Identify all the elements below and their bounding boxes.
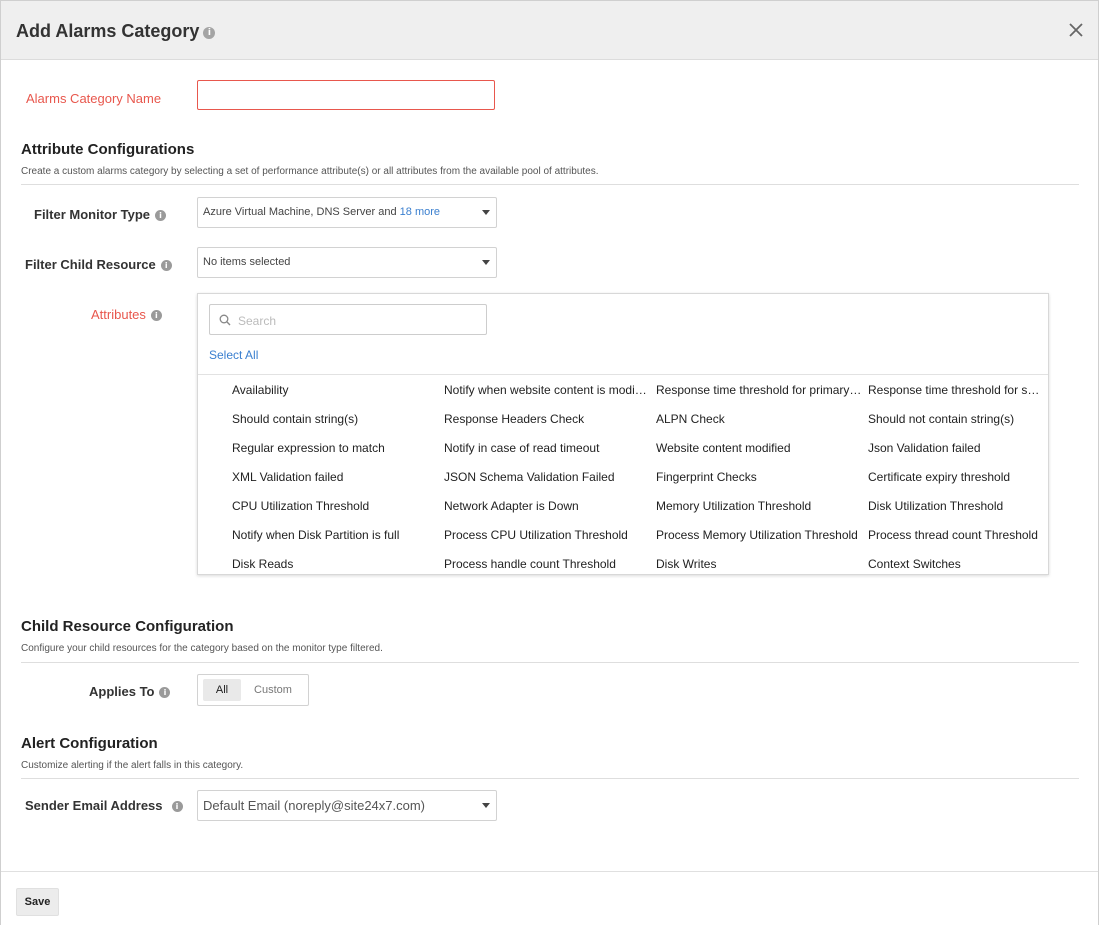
applies-to-toggle: All Custom: [197, 674, 309, 706]
attribute-item[interactable]: Notify when Disk Partition is full: [232, 527, 444, 556]
alarms-category-name-input[interactable]: [197, 80, 495, 110]
attribute-item[interactable]: Should not contain string(s): [868, 411, 1048, 440]
attribute-item[interactable]: Context Switches: [868, 556, 1048, 574]
info-icon[interactable]: i: [155, 210, 167, 221]
filter-child-resource-value: No items selected: [203, 256, 291, 268]
filter-child-resource-label-text: Filter Child Resource: [25, 257, 156, 272]
info-icon[interactable]: i: [171, 801, 183, 812]
chevron-down-icon: [482, 803, 490, 808]
dialog-title: Add Alarms Category i: [16, 21, 216, 42]
sender-email-label: Sender Email Address i: [25, 798, 183, 813]
close-icon[interactable]: [1065, 19, 1087, 41]
attribute-item[interactable]: ALPN Check: [656, 411, 868, 440]
attribute-item[interactable]: Process CPU Utilization Threshold: [444, 527, 656, 556]
select-all-link[interactable]: Select All: [209, 348, 258, 362]
attribute-item[interactable]: Disk Reads: [232, 556, 444, 574]
attribute-item[interactable]: Notify when website content is modified: [444, 382, 656, 411]
add-alarms-category-dialog: Add Alarms Category i Alarms Category Nam…: [0, 0, 1099, 925]
attributes-label-text: Attributes: [91, 307, 146, 322]
attribute-item[interactable]: Process thread count Threshold: [868, 527, 1048, 556]
applies-to-custom-option[interactable]: Custom: [248, 679, 298, 701]
attribute-item[interactable]: Disk Writes: [656, 556, 868, 574]
attributes-divider: [198, 374, 1048, 375]
attribute-config-description: Create a custom alarms category by selec…: [21, 166, 599, 177]
attributes-picker: Select All AvailabilityNotify when websi…: [197, 293, 1049, 575]
info-icon[interactable]: i: [159, 687, 171, 698]
alarms-category-name-label: Alarms Category Name: [26, 91, 161, 106]
attributes-search-input[interactable]: [236, 309, 480, 332]
search-icon: [219, 314, 231, 326]
dialog-title-text: Add Alarms Category: [16, 21, 200, 41]
info-icon[interactable]: i: [160, 260, 172, 271]
attribute-item[interactable]: Process Memory Utilization Threshold: [656, 527, 868, 556]
attribute-item[interactable]: Certificate expiry threshold: [868, 469, 1048, 498]
alarms-category-name-label-text: Alarms Category Name: [26, 91, 162, 106]
filter-monitor-type-value: Azure Virtual Machine, DNS Server and: [203, 206, 397, 218]
attribute-item[interactable]: CPU Utilization Threshold: [232, 498, 444, 527]
attributes-label: Attributes i: [91, 307, 162, 322]
child-resource-config-description: Configure your child resources for the c…: [21, 643, 383, 654]
attribute-item[interactable]: Memory Utilization Threshold: [656, 498, 868, 527]
attribute-item[interactable]: Response Headers Check: [444, 411, 656, 440]
filter-monitor-type-label-text: Filter Monitor Type: [34, 207, 151, 222]
attribute-item[interactable]: Process handle count Threshold: [444, 556, 656, 574]
chevron-down-icon: [482, 260, 490, 265]
info-icon[interactable]: i: [150, 310, 162, 321]
attribute-item[interactable]: Response time threshold for secondary lo…: [868, 382, 1048, 411]
alert-config-description: Customize alerting if the alert falls in…: [21, 760, 244, 771]
info-icon[interactable]: i: [203, 27, 216, 39]
attribute-config-divider: [21, 184, 1079, 185]
attribute-item[interactable]: Website content modified: [656, 440, 868, 469]
sender-email-select[interactable]: Default Email (noreply@site24x7.com): [197, 790, 497, 821]
attribute-item[interactable]: Json Validation failed: [868, 440, 1048, 469]
child-resource-config-title: Child Resource Configuration: [21, 618, 234, 635]
filter-child-resource-select[interactable]: No items selected: [197, 247, 497, 278]
attributes-list: Availability Notify when website content …: [232, 382, 1048, 574]
applies-to-label: Applies To i: [89, 684, 171, 699]
attribute-item[interactable]: Should contain string(s): [232, 411, 444, 440]
attribute-item[interactable]: Disk Utilization Threshold: [868, 498, 1048, 527]
alert-config-divider: [21, 778, 1079, 779]
attribute-item[interactable]: XML Validation failed: [232, 469, 444, 498]
sender-email-label-text: Sender Email Address: [25, 798, 163, 813]
attribute-item[interactable]: Notify in case of read timeout: [444, 440, 656, 469]
filter-monitor-type-select[interactable]: Azure Virtual Machine, DNS Server and 18…: [197, 197, 497, 228]
filter-child-resource-label: Filter Child Resource i: [25, 257, 172, 272]
applies-to-label-text: Applies To: [89, 684, 155, 699]
child-resource-config-divider: [21, 662, 1079, 663]
attribute-config-title: Attribute Configurations: [21, 141, 195, 158]
applies-to-all-option[interactable]: All: [203, 679, 241, 701]
sender-email-value: Default Email (noreply@site24x7.com): [203, 798, 426, 813]
attribute-item[interactable]: Network Adapter is Down: [444, 498, 656, 527]
filter-monitor-type-label: Filter Monitor Type i: [34, 207, 167, 222]
alert-config-title: Alert Configuration: [21, 735, 158, 752]
attribute-item[interactable]: Availability: [232, 382, 444, 411]
attribute-item[interactable]: JSON Schema Validation Failed: [444, 469, 656, 498]
filter-monitor-type-more-link[interactable]: 18 more: [400, 206, 440, 218]
attribute-item[interactable]: Response time threshold for primary loca…: [656, 382, 868, 411]
save-button[interactable]: Save: [16, 888, 59, 916]
attributes-search-box[interactable]: [209, 304, 487, 335]
dialog-footer: Save: [1, 871, 1098, 925]
dialog-header: Add Alarms Category i: [1, 1, 1098, 60]
attribute-item[interactable]: Regular expression to match: [232, 440, 444, 469]
chevron-down-icon: [482, 210, 490, 215]
attribute-item[interactable]: Fingerprint Checks: [656, 469, 868, 498]
